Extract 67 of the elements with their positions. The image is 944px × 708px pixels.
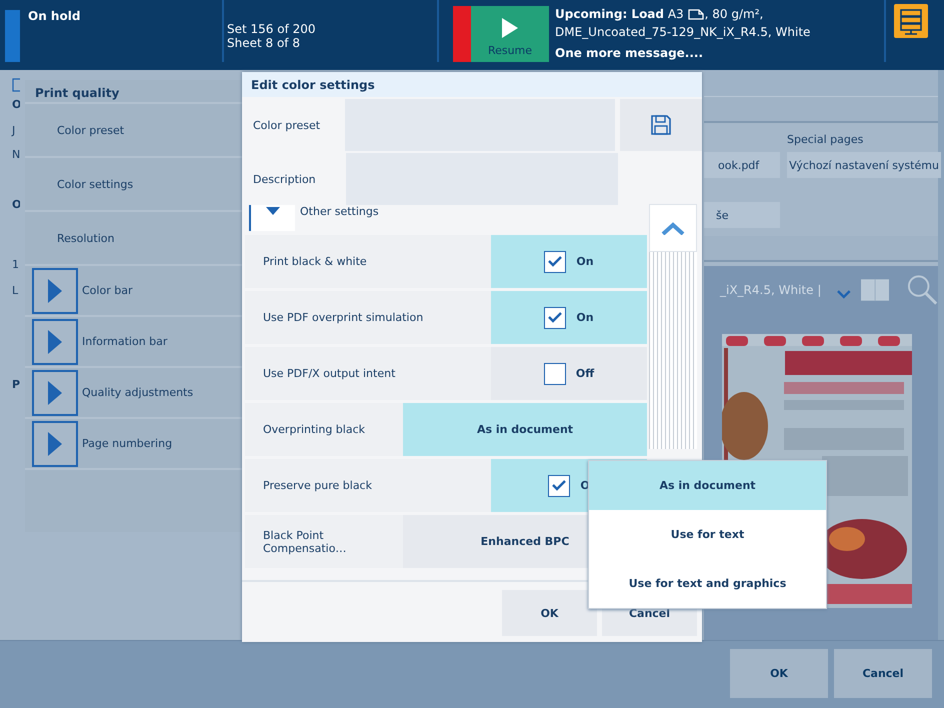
stop-indicator	[453, 6, 471, 62]
menu-item[interactable]: Resolution	[57, 232, 114, 244]
expand-icon	[48, 432, 62, 456]
expand-button[interactable]	[32, 370, 78, 416]
dialog-button[interactable]: Cancel	[834, 649, 932, 698]
check-icon	[548, 312, 562, 323]
expand-button[interactable]	[32, 268, 78, 314]
upcoming-media: DME_Uncoated_75-129_NK_iX_R4.5, White	[555, 25, 812, 39]
toggle-control[interactable]: On	[491, 235, 647, 288]
dropdown[interactable]: As in document	[403, 403, 647, 456]
section-title: Other settings	[300, 205, 379, 220]
setting-label: Use PDF overprint simulation	[262, 310, 424, 326]
check-icon	[548, 256, 562, 267]
upcoming-weight: , 80 g/m²,	[704, 7, 764, 21]
sheet-count: Sheet 8 of 8	[227, 36, 301, 50]
caret-down-icon	[266, 207, 280, 215]
expand-icon	[48, 380, 62, 404]
save-button[interactable]	[620, 99, 702, 151]
save-icon	[651, 115, 672, 135]
set-count: Set 156 of 200	[227, 22, 317, 36]
paper-icon	[688, 8, 704, 20]
chevron-down-icon[interactable]	[837, 290, 851, 298]
expand-button[interactable]	[32, 318, 78, 364]
expand-icon	[48, 278, 62, 302]
menu-item[interactable]: Color settings	[57, 178, 134, 190]
collapse-button[interactable]	[249, 205, 295, 231]
text-field[interactable]: še	[704, 202, 780, 228]
section-label: Quality adjustments	[82, 386, 194, 399]
resume-button[interactable]: Resume	[471, 6, 549, 62]
expand-icon	[48, 330, 62, 354]
file-name-field[interactable]: ook.pdf	[704, 152, 780, 178]
field-label: Special pages	[787, 133, 864, 148]
dialog-button[interactable]: OK	[730, 649, 828, 698]
dialog-title: Edit color settings	[242, 72, 702, 97]
media-info: _iX_R4.5, White |	[720, 283, 822, 297]
dialog-button[interactable]: OK	[502, 590, 597, 636]
section-label: Information bar	[82, 335, 168, 348]
toggle-control[interactable]: Off	[491, 347, 647, 400]
toggle-control[interactable]: On	[491, 291, 647, 344]
message-link[interactable]: One more message....	[555, 46, 878, 60]
section-label: Page numbering	[82, 437, 172, 450]
field-label: L	[12, 284, 18, 297]
dropdown-option[interactable]: As in document	[589, 461, 826, 510]
job-status: On hold	[28, 9, 80, 23]
field-label: N	[12, 148, 20, 161]
field-label: P	[12, 378, 20, 391]
setting-label: Print black & white	[262, 254, 368, 270]
field-label: J	[12, 124, 16, 137]
scroll-up-button[interactable]	[649, 204, 697, 252]
expand-button[interactable]	[32, 420, 78, 466]
menu-item[interactable]: Color preset	[57, 124, 124, 136]
section-label: Color bar	[82, 284, 132, 297]
printer-system-icon[interactable]	[894, 4, 928, 38]
special-pages-field[interactable]: Výchozí nastavení systému	[787, 152, 941, 178]
status-indicator	[5, 10, 20, 62]
chevron-up-icon	[661, 222, 685, 234]
upcoming-load: Upcoming: Load A3	[555, 7, 684, 21]
field-label: Description	[252, 172, 317, 188]
field-label: Color preset	[252, 118, 322, 134]
setting-label: Preserve pure black	[262, 478, 373, 494]
search-icon[interactable]	[906, 274, 938, 306]
setting-label: Overprinting black	[262, 422, 366, 438]
field-label: 1	[12, 258, 19, 271]
setting-label: Black Point Compensatio…	[262, 528, 348, 556]
play-icon	[502, 18, 518, 38]
setting-label: Use PDF/X output intent	[262, 366, 396, 382]
check-icon	[552, 480, 566, 491]
